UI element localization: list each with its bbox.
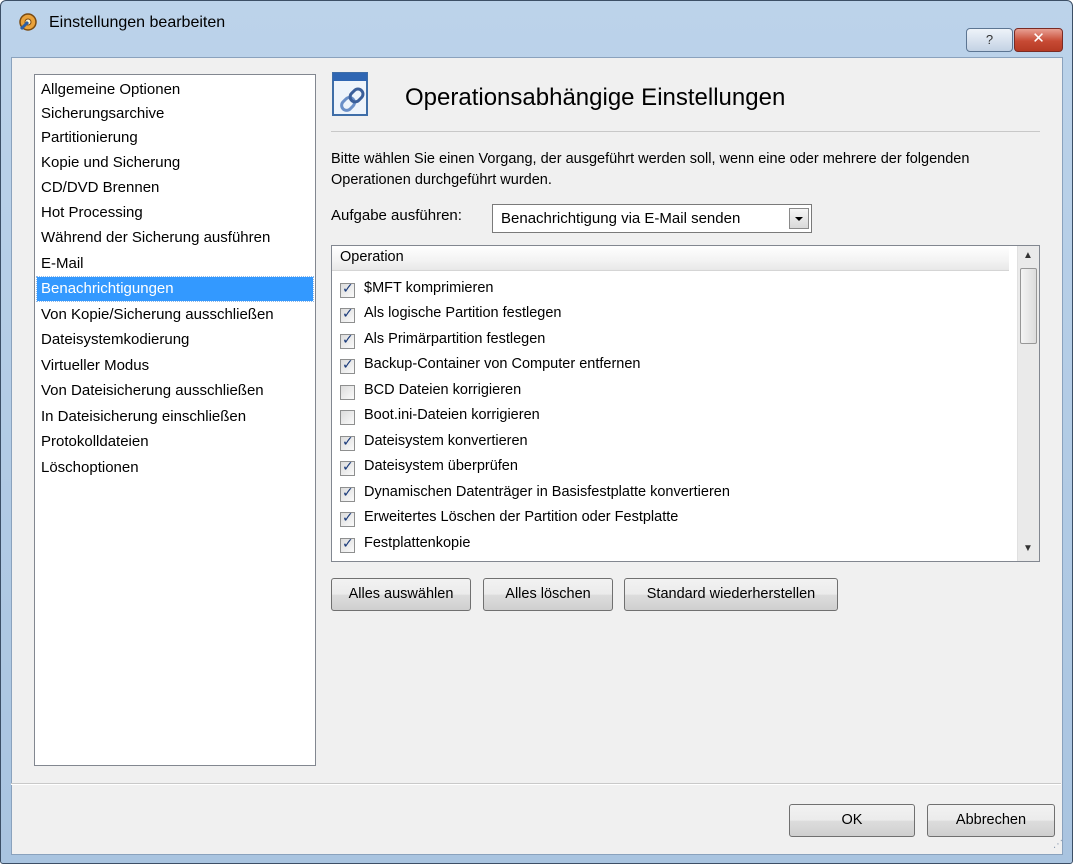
operation-label: Erweitertes Löschen der Partition oder F… (364, 509, 679, 525)
operation-label: Dateisystem überprüfen (364, 458, 518, 474)
list-item[interactable]: ✓ Dynamischen Datenträger in Basisfestpl… (340, 482, 1010, 508)
title-bar: Einstellungen bearbeiten ? ✕ (1, 1, 1072, 52)
clear-all-button[interactable]: Alles löschen (483, 578, 613, 611)
list-item[interactable]: ✓ Dateisystem überprüfen (340, 456, 1010, 482)
select-all-button[interactable]: Alles auswählen (331, 578, 471, 611)
scrollbar-thumb[interactable] (1020, 268, 1037, 344)
checkmark-icon: ✓ (342, 356, 354, 372)
link-document-icon (332, 72, 368, 116)
operation-checkbox[interactable]: ✓ (340, 356, 355, 374)
task-dropdown-value: Benachrichtigung via E-Mail senden (501, 210, 741, 227)
list-item[interactable]: ✓ Als Primärpartition festlegen (340, 329, 1010, 355)
checkmark-icon: ✓ (342, 509, 354, 525)
list-item[interactable]: ✓ Als logische Partition festlegen (340, 303, 1010, 329)
checkmark-icon: ✓ (342, 280, 354, 296)
operation-label: Boot.ini-Dateien korrigieren (364, 407, 540, 423)
restore-default-button[interactable]: Standard wiederherstellen (624, 578, 838, 611)
footer-separator (11, 783, 1061, 784)
ok-button[interactable]: OK (789, 804, 915, 837)
vertical-scrollbar[interactable]: ▲ ▼ (1017, 246, 1039, 561)
operation-checkbox[interactable]: ✓ (340, 509, 355, 527)
sidebar-item-dateisystemkodierung[interactable]: Dateisystemkodierung (37, 328, 313, 352)
settings-icon (19, 13, 37, 31)
task-label: Aufgabe ausführen: (331, 207, 462, 224)
operation-label: Als logische Partition festlegen (364, 305, 562, 321)
list-item[interactable]: BCD Dateien korrigieren (340, 380, 1010, 406)
sidebar-item-von-dateisicherung-ausschliessen[interactable]: Von Dateisicherung ausschließen (37, 379, 313, 403)
sidebar-item-von-kopie-ausschliessen[interactable]: Von Kopie/Sicherung ausschließen (37, 303, 313, 327)
scroll-down-icon[interactable]: ▼ (1022, 543, 1034, 557)
sidebar-item-protokolldateien[interactable]: Protokolldateien (37, 430, 313, 454)
operations-column-header[interactable]: Operation (332, 246, 1009, 271)
cancel-button[interactable]: Abbrechen (927, 804, 1055, 837)
sidebar-item-allgemeine-optionen[interactable]: Allgemeine Optionen (37, 78, 313, 102)
operation-label: $MFT komprimieren (364, 280, 494, 296)
scroll-up-icon[interactable]: ▲ (1022, 250, 1034, 264)
operation-checkbox[interactable]: ✓ (340, 484, 355, 502)
close-button[interactable]: ✕ (1014, 28, 1063, 52)
list-item[interactable]: ✓ Erweitertes Löschen der Partition oder… (340, 507, 1010, 533)
operation-label: Dynamischen Datenträger in Basisfestplat… (364, 484, 730, 500)
sidebar-item-benachrichtigungen[interactable]: Benachrichtigungen (36, 276, 314, 302)
operation-checkbox[interactable]: ✓ (340, 433, 355, 451)
sidebar-item-email[interactable]: E-Mail (37, 252, 313, 276)
description-text: Bitte wählen Sie einen Vorgang, der ausg… (331, 151, 970, 188)
chevron-down-icon[interactable] (789, 208, 809, 229)
operation-label: Festplattenkopie (364, 535, 471, 551)
sidebar-item-kopie-und-sicherung[interactable]: Kopie und Sicherung (37, 151, 313, 175)
checkmark-icon: ✓ (342, 305, 354, 321)
column-header-operation: Operation (340, 249, 404, 265)
sidebar-item-hot-processing[interactable]: Hot Processing (37, 201, 313, 225)
operations-list[interactable]: Operation ✓ $MFT komprimieren ✓ Als logi… (331, 245, 1040, 562)
operation-label: Backup-Container von Computer entfernen (364, 356, 641, 372)
operation-label: BCD Dateien korrigieren (364, 382, 522, 398)
checkmark-icon: ✓ (342, 433, 354, 449)
sidebar-item-loeschoptionen[interactable]: Löschoptionen (37, 456, 313, 480)
sidebar-item-partitionierung[interactable]: Partitionierung (37, 126, 313, 150)
list-item[interactable]: ✓ Festplattenkopie (340, 533, 1010, 559)
operation-checkbox[interactable]: ✓ (340, 331, 355, 349)
checkmark-icon: ✓ (342, 458, 354, 474)
list-item[interactable]: ✓ $MFT komprimieren (340, 278, 1010, 304)
settings-category-list[interactable]: Allgemeine Optionen Sicherungsarchive Pa… (34, 74, 316, 766)
sidebar-item-waehrend-sicherung[interactable]: Während der Sicherung ausführen (37, 226, 313, 250)
checkmark-icon: ✓ (342, 484, 354, 500)
sidebar-item-virtueller-modus[interactable]: Virtueller Modus (37, 354, 313, 378)
sidebar-item-cd-dvd-brennen[interactable]: CD/DVD Brennen (37, 176, 313, 200)
operation-checkbox[interactable]: ✓ (340, 535, 355, 553)
checkmark-icon: ✓ (342, 331, 354, 347)
page-title: Operationsabhängige Einstellungen (405, 84, 786, 111)
operation-checkbox[interactable]: ✓ (340, 305, 355, 323)
operation-checkbox[interactable]: ✓ (340, 458, 355, 476)
task-dropdown[interactable]: Benachrichtigung via E-Mail senden (492, 204, 812, 233)
header-divider (331, 131, 1040, 132)
checkmark-icon: ✓ (342, 535, 354, 551)
list-item[interactable]: ✓ Backup-Container von Computer entferne… (340, 354, 1010, 380)
dialog-window: Einstellungen bearbeiten ? ✕ Allgemeine … (0, 0, 1073, 864)
list-item[interactable]: Boot.ini-Dateien korrigieren (340, 405, 1010, 431)
resize-grip-icon[interactable]: ⋰ (1053, 839, 1063, 850)
sidebar-item-in-dateisicherung-einschliessen[interactable]: In Dateisicherung einschließen (37, 405, 313, 429)
operation-checkbox[interactable]: ✓ (340, 280, 355, 298)
list-item[interactable]: ✓ Dateisystem konvertieren (340, 431, 1010, 457)
window-title: Einstellungen bearbeiten (49, 14, 226, 31)
operation-checkbox[interactable] (340, 385, 355, 400)
help-button[interactable]: ? (966, 28, 1013, 52)
sidebar-item-sicherungsarchive[interactable]: Sicherungsarchive (37, 102, 313, 126)
operation-label: Als Primärpartition festlegen (364, 331, 546, 347)
operation-label: Dateisystem konvertieren (364, 433, 528, 449)
operation-checkbox[interactable] (340, 410, 355, 425)
